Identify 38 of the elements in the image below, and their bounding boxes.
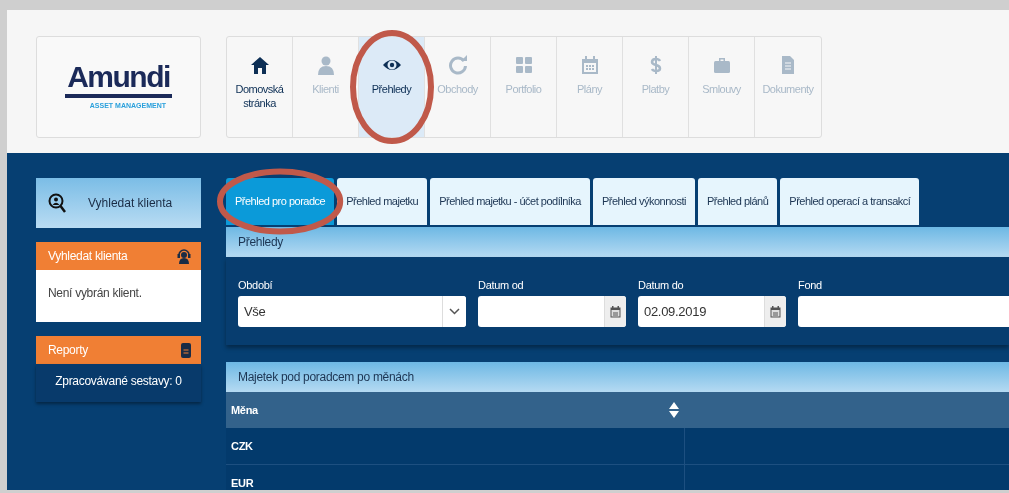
tab[interactable]: Přehled výkonnosti bbox=[592, 178, 695, 225]
nav-item[interactable]: Přehledy bbox=[359, 37, 425, 137]
panel-text: Zpracovávané sestavy: 0 bbox=[36, 364, 201, 402]
tab[interactable]: Přehled majetku - účet podílníka bbox=[430, 178, 590, 225]
table-cell-text: EUR bbox=[231, 475, 254, 490]
tab[interactable]: Přehled operací a transakcí bbox=[780, 178, 920, 225]
search-client-button[interactable]: Vyhledat klienta bbox=[36, 178, 201, 228]
house-icon bbox=[249, 55, 270, 75]
field-label: Fond bbox=[798, 278, 823, 291]
tab[interactable]: Přehled plánů bbox=[697, 178, 778, 225]
field-label: Období bbox=[238, 278, 274, 291]
section-header: Přehledy bbox=[226, 227, 1009, 257]
dropdown-field[interactable]: Vše bbox=[238, 296, 466, 327]
panel-title: Vyhledat klienta bbox=[48, 248, 128, 265]
refresh-icon bbox=[447, 55, 468, 75]
panel-title: Reporty bbox=[48, 342, 88, 359]
calendar-icon bbox=[770, 305, 781, 318]
calendar-icon bbox=[610, 305, 621, 318]
column-header: Měna bbox=[231, 402, 258, 418]
chevron-down-icon bbox=[449, 308, 460, 315]
input-field[interactable] bbox=[798, 296, 1009, 327]
table-cell-text: CZK bbox=[231, 438, 253, 454]
calendar-icon bbox=[579, 55, 600, 75]
briefcase-icon bbox=[711, 55, 732, 75]
search-icon bbox=[48, 193, 66, 213]
sort-icon[interactable] bbox=[669, 402, 679, 418]
nav-item[interactable]: Domovská stránka bbox=[227, 37, 293, 137]
date-field[interactable]: 02.09.2019 bbox=[638, 296, 786, 327]
table-title: Majetek pod poradcem po měnách bbox=[226, 362, 1009, 392]
document-icon bbox=[181, 342, 191, 358]
headset-icon bbox=[177, 248, 191, 264]
field-label: Datum do bbox=[638, 278, 685, 291]
tab[interactable]: Přehled majetku bbox=[337, 178, 428, 225]
field-label: Datum od bbox=[478, 278, 525, 291]
grid-icon bbox=[513, 55, 534, 75]
date-field[interactable] bbox=[478, 296, 626, 327]
panel-text: Není vybrán klient. bbox=[36, 270, 201, 322]
user-icon bbox=[315, 55, 336, 75]
